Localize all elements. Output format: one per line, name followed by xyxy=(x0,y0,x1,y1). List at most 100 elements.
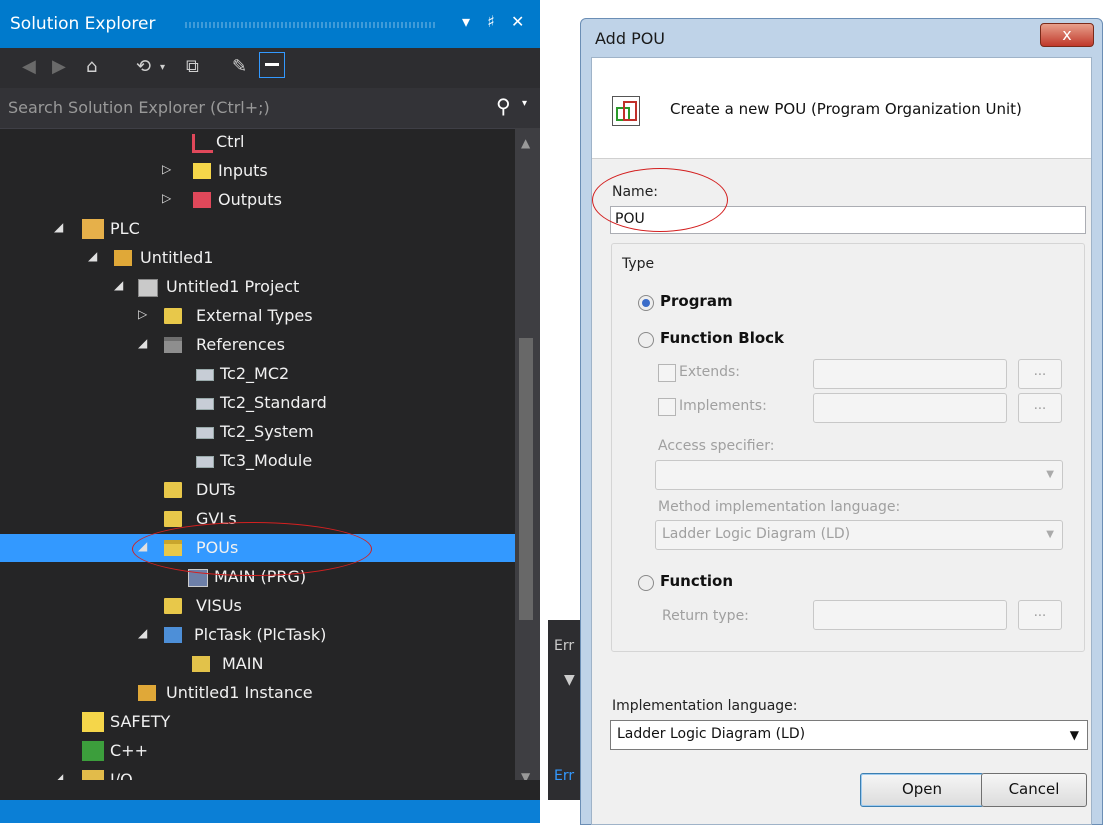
search-box[interactable]: Search Solution Explorer (Ctrl+;) ⚲ ▾ xyxy=(0,88,540,129)
chevron-down-icon: ▼ xyxy=(1069,728,1079,742)
tree-item[interactable]: Tc2_Standard xyxy=(0,389,515,417)
collapse-arrow-icon[interactable]: ◢ xyxy=(114,278,123,292)
collapse-arrow-icon[interactable]: ◢ xyxy=(54,220,63,234)
tree-item[interactable]: ▷ Outputs xyxy=(0,186,515,214)
tree-item[interactable]: ◢ PLC xyxy=(0,215,515,243)
tree-item-label: POUs xyxy=(196,538,239,557)
function-block-radio[interactable] xyxy=(638,332,654,348)
close-button[interactable]: x xyxy=(1040,23,1094,47)
task-program-icon xyxy=(192,656,210,672)
tree-item-label: Outputs xyxy=(218,190,282,209)
tree-item-label: Untitled1 Instance xyxy=(166,683,313,702)
program-radio[interactable] xyxy=(638,295,654,311)
return-type-field[interactable] xyxy=(813,600,1007,630)
name-input[interactable]: POU xyxy=(610,206,1086,234)
tree-item[interactable]: ◢ I/O xyxy=(0,766,515,780)
collapse-all-icon[interactable]: ⧉ xyxy=(186,56,199,77)
implementation-language-select[interactable]: Ladder Logic Diagram (LD) ▼ xyxy=(610,720,1088,750)
preview-toggle-icon[interactable] xyxy=(259,52,285,78)
collapse-arrow-icon[interactable]: ◢ xyxy=(138,626,147,640)
tree-item[interactable]: MAIN (PRG) xyxy=(0,563,515,591)
extends-field[interactable] xyxy=(813,359,1007,389)
collapse-arrow-icon[interactable]: ◢ xyxy=(88,249,97,263)
tree-item-label: DUTs xyxy=(196,480,236,499)
tree-item[interactable]: ▷ External Types xyxy=(0,302,515,330)
implements-browse-button[interactable]: ... xyxy=(1018,393,1062,423)
library-reference-icon xyxy=(196,456,214,468)
tree-item[interactable]: ◢ PlcTask (PlcTask) xyxy=(0,621,515,649)
search-options-dropdown-icon[interactable]: ▾ xyxy=(522,98,527,109)
function-block-radio-label[interactable]: Function Block xyxy=(660,329,784,347)
forward-icon[interactable]: ▶ xyxy=(52,56,66,77)
extends-label: Extends: xyxy=(679,364,741,380)
tree-item[interactable]: Tc2_MC2 xyxy=(0,360,515,388)
tree-item[interactable]: ▷ Inputs xyxy=(0,157,515,185)
tree-item[interactable]: Ctrl xyxy=(0,128,515,156)
plc-project-icon xyxy=(114,250,132,266)
tree-item[interactable]: ◢ Untitled1 Project xyxy=(0,273,515,301)
ctrl-icon xyxy=(192,134,213,153)
tree-item[interactable]: VISUs xyxy=(0,592,515,620)
properties-wrench-icon[interactable]: ✎ xyxy=(232,56,247,77)
tree-item-label: MAIN (PRG) xyxy=(214,567,307,586)
search-input[interactable]: Search Solution Explorer (Ctrl+;) xyxy=(8,98,270,117)
chevron-down-icon: ▼ xyxy=(1046,529,1054,540)
implementation-language-label: Implementation language: xyxy=(612,698,798,714)
dialog-header-text: Create a new POU (Program Organization U… xyxy=(670,100,1022,118)
sync-icon[interactable]: ⟲ xyxy=(136,56,151,77)
tree-item-selected[interactable]: ◢ POUs xyxy=(0,534,515,562)
expand-arrow-icon[interactable]: ▷ xyxy=(162,162,171,176)
tree-item-label: Ctrl xyxy=(216,132,245,151)
tree-item[interactable]: MAIN xyxy=(0,650,515,678)
tree-item[interactable]: Tc2_System xyxy=(0,418,515,446)
folder-icon xyxy=(164,482,182,498)
access-specifier-select[interactable]: ▼ xyxy=(655,460,1063,490)
window-position-dropdown-icon[interactable]: ▾ xyxy=(462,12,470,31)
open-button[interactable]: Open xyxy=(860,773,984,807)
cancel-button[interactable]: Cancel xyxy=(981,773,1087,807)
tree-item[interactable]: DUTs xyxy=(0,476,515,504)
project-icon xyxy=(138,279,158,297)
auto-hide-pin-icon[interactable]: ♯ xyxy=(487,12,495,31)
program-radio-label[interactable]: Program xyxy=(660,292,733,310)
error-list-tab-label[interactable]: Err xyxy=(554,638,574,654)
method-implementation-language-select[interactable]: Ladder Logic Diagram (LD) ▼ xyxy=(655,520,1063,550)
tree-item-label: MAIN xyxy=(222,654,264,673)
scroll-up-arrow-icon[interactable]: ▲ xyxy=(521,136,530,150)
filter-icon[interactable]: ▼ xyxy=(564,672,575,688)
function-radio-label[interactable]: Function xyxy=(660,572,733,590)
function-radio[interactable] xyxy=(638,575,654,591)
tree-item[interactable]: SAFETY xyxy=(0,708,515,736)
tree-item-label: I/O xyxy=(110,770,133,780)
error-list-tab-label[interactable]: Err xyxy=(554,768,574,784)
tree-item[interactable]: ◢ Untitled1 xyxy=(0,244,515,272)
tree-item[interactable]: ◢ References xyxy=(0,331,515,359)
implements-checkbox[interactable] xyxy=(658,398,676,416)
sync-dropdown-icon[interactable]: ▾ xyxy=(160,62,165,73)
folder-icon xyxy=(164,511,182,527)
folder-open-icon xyxy=(164,540,182,556)
close-panel-icon[interactable]: ✕ xyxy=(511,12,524,31)
tree-item[interactable]: Tc3_Module xyxy=(0,447,515,475)
scrollbar-thumb[interactable] xyxy=(519,338,533,620)
tree-item[interactable]: GVLs xyxy=(0,505,515,533)
extends-checkbox[interactable] xyxy=(658,364,676,382)
collapse-arrow-icon[interactable]: ◢ xyxy=(138,539,147,553)
implements-field[interactable] xyxy=(813,393,1007,423)
home-icon[interactable]: ⌂ xyxy=(86,56,97,77)
expand-arrow-icon[interactable]: ▷ xyxy=(162,191,171,205)
name-input-value: POU xyxy=(615,211,645,227)
collapse-arrow-icon[interactable]: ◢ xyxy=(54,771,63,780)
return-type-browse-button[interactable]: ... xyxy=(1018,600,1062,630)
solution-explorer-titlebar: Solution Explorer ▾ ♯ ✕ xyxy=(0,0,540,48)
library-reference-icon xyxy=(196,398,214,410)
tree-item-label: Tc2_Standard xyxy=(220,393,327,412)
tree-item[interactable]: Untitled1 Instance xyxy=(0,679,515,707)
tree-item[interactable]: C++ xyxy=(0,737,515,765)
access-specifier-label: Access specifier: xyxy=(658,438,775,454)
collapse-arrow-icon[interactable]: ◢ xyxy=(138,336,147,350)
expand-arrow-icon[interactable]: ▷ xyxy=(138,307,147,321)
extends-browse-button[interactable]: ... xyxy=(1018,359,1062,389)
back-icon[interactable]: ◀ xyxy=(22,56,36,77)
search-icon[interactable]: ⚲ xyxy=(496,94,511,118)
